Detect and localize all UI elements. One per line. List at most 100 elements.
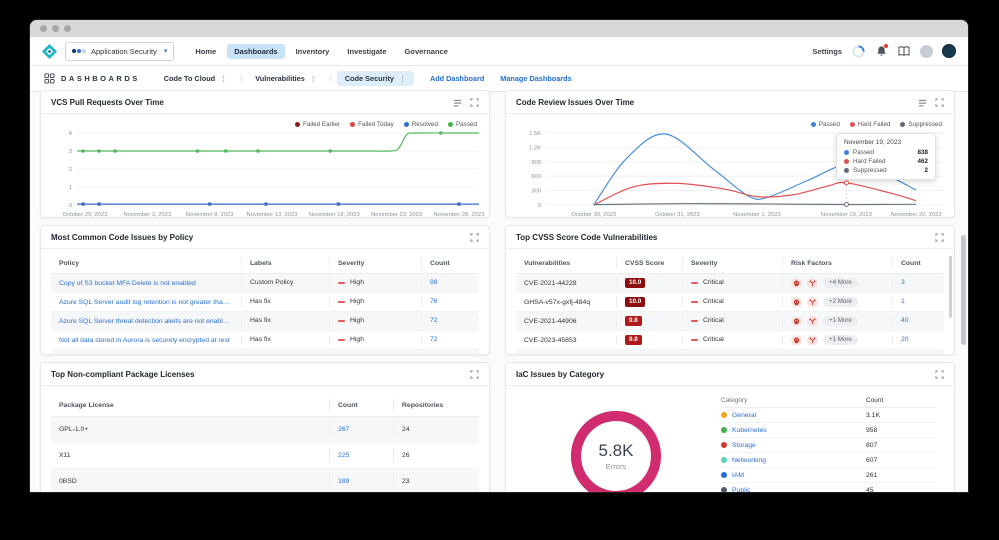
risk-more-pill[interactable]: +1 More <box>823 335 858 345</box>
tab-vulnerabilities[interactable]: Vulnerabilities⋮ <box>247 71 325 86</box>
risk-more-pill[interactable]: +2 More <box>823 297 858 307</box>
risk-skull-icon[interactable] <box>791 335 802 346</box>
category-link[interactable]: IAM <box>732 472 744 479</box>
risk-more-pill[interactable]: +1 More <box>823 354 858 355</box>
count-link[interactable]: 189 <box>338 478 349 485</box>
category-link[interactable]: Networking <box>732 457 766 464</box>
count-link[interactable]: 98 <box>430 279 438 286</box>
count-link[interactable]: 20 <box>901 336 909 343</box>
settings-link[interactable]: Settings <box>812 47 842 56</box>
legend-toggle-icon[interactable] <box>918 98 927 107</box>
table-row[interactable]: CVE-2021-449069.8Critical+1 More40 <box>516 312 944 331</box>
count-link[interactable]: 225 <box>338 452 349 459</box>
window-maximize-button[interactable] <box>64 25 71 32</box>
nav-item-home[interactable]: Home <box>188 44 223 59</box>
risk-attack-vector-icon[interactable] <box>807 316 818 327</box>
expand-icon[interactable] <box>470 233 479 242</box>
policy-link[interactable]: Copy of S3 bucket MFA Delete is not enab… <box>59 280 196 287</box>
risk-attack-vector-icon[interactable] <box>807 297 818 308</box>
category-link[interactable]: Public <box>732 487 751 493</box>
usage-ring-icon[interactable] <box>851 44 865 58</box>
nav-item-dashboards[interactable]: Dashboards <box>227 44 284 59</box>
tab-code-to-cloud[interactable]: Code To Cloud⋮ <box>156 71 235 86</box>
count-link[interactable]: 267 <box>338 426 349 433</box>
count-link[interactable]: 1 <box>901 298 905 305</box>
iac-legend-header: CategoryCount <box>721 395 936 408</box>
expand-icon[interactable] <box>935 233 944 242</box>
tab-kebab-menu-icon[interactable]: ⋮ <box>399 75 406 83</box>
table-row[interactable]: X1122526 <box>51 443 479 469</box>
window-minimize-button[interactable] <box>52 25 59 32</box>
tab-code-security[interactable]: Code Security⋮ <box>337 71 414 86</box>
count-link[interactable]: 40 <box>901 317 909 324</box>
count-link[interactable]: 72 <box>430 317 438 324</box>
iac-legend-row[interactable]: General3.1K <box>721 408 936 423</box>
risk-skull-icon[interactable] <box>791 316 802 327</box>
table-row[interactable]: CVE-2023-458539.8Critical+1 More20 <box>516 331 944 350</box>
risk-factors-cell: +2 More <box>782 297 892 308</box>
add-dashboard-link[interactable]: Add Dashboard <box>430 74 484 83</box>
iac-legend-row[interactable]: Kubernetes958 <box>721 423 936 438</box>
tab-kebab-menu-icon[interactable]: ⋮ <box>310 75 317 83</box>
count-link[interactable]: 3 <box>901 279 905 286</box>
category-link[interactable]: General <box>732 412 756 419</box>
table-row[interactable]: SSH key pairs are not rotated every 90 d… <box>51 350 479 355</box>
iac-legend-row[interactable]: IAM261 <box>721 468 936 483</box>
table-row[interactable]: CVE-2022-429209.8Critical+1 More2 <box>516 350 944 355</box>
window-close-button[interactable] <box>40 25 47 32</box>
window-scrollbar-thumb[interactable] <box>961 235 966 345</box>
category-count: 807 <box>866 442 936 449</box>
category-link[interactable]: Kubernetes <box>732 427 767 434</box>
manage-dashboards-link[interactable]: Manage Dashboards <box>500 74 571 83</box>
risk-attack-vector-icon[interactable] <box>807 278 818 289</box>
policy-link[interactable]: Azure SQL Server audit log retention is … <box>59 299 233 306</box>
risk-more-pill[interactable]: +4 More <box>823 278 858 288</box>
risk-skull-icon[interactable] <box>791 354 802 355</box>
nav-item-investigate[interactable]: Investigate <box>340 44 393 59</box>
donut-segment-compute[interactable] <box>574 414 657 492</box>
risk-attack-vector-icon[interactable] <box>807 354 818 355</box>
table-row[interactable]: Not all data stored in Aurora is securel… <box>51 331 479 350</box>
table-row[interactable]: Copy of S3 bucket MFA Delete is not enab… <box>51 274 479 293</box>
table-header-row: PolicyLabelsSeverityCount <box>51 254 479 274</box>
panel-code-issues-by-policy: Most Common Code Issues by Policy Policy… <box>40 225 490 355</box>
expand-icon[interactable] <box>470 370 479 379</box>
expand-icon[interactable] <box>935 98 944 107</box>
tab-kebab-menu-icon[interactable]: ⋮ <box>220 75 227 83</box>
docs-book-icon[interactable] <box>897 44 911 58</box>
table-row[interactable]: GPL-1.0+26724 <box>51 417 479 443</box>
category-link[interactable]: Storage <box>732 442 756 449</box>
product-selector-dropdown[interactable]: Application Security ▾ <box>65 42 174 61</box>
severity-label: Critical <box>703 298 724 305</box>
table-row[interactable]: 0BSD18923 <box>51 469 479 492</box>
apps-icon[interactable] <box>920 45 933 58</box>
iac-legend-row[interactable]: Networking607 <box>721 453 936 468</box>
count-link[interactable]: 72 <box>430 336 438 343</box>
table-row[interactable]: GHSA-v57x-gxfj-484q10.0Critical+2 More1 <box>516 293 944 312</box>
iac-donut-chart[interactable]: 5.8K Errors <box>561 401 671 492</box>
risk-attack-vector-icon[interactable] <box>807 335 818 346</box>
risk-skull-icon[interactable] <box>791 278 802 289</box>
user-avatar[interactable] <box>942 44 956 58</box>
policy-link[interactable]: Azure SQL Server threat detection alerts… <box>59 318 233 325</box>
expand-icon[interactable] <box>470 98 479 107</box>
risk-skull-icon[interactable] <box>791 297 802 308</box>
table-row[interactable]: Azure SQL Server audit log retention is … <box>51 293 479 312</box>
table-row[interactable]: Azure SQL Server threat detection alerts… <box>51 312 479 331</box>
nav-item-inventory[interactable]: Inventory <box>289 44 337 59</box>
labels-cell: Has fix <box>241 316 329 327</box>
tooltip-row: Passed838 <box>844 149 928 156</box>
risk-more-pill[interactable]: +1 More <box>823 316 858 326</box>
expand-icon[interactable] <box>935 370 944 379</box>
count-cell: 68 <box>421 354 479 355</box>
vcs-line-chart[interactable]: 43210October 29, 2023November 3, 2023Nov… <box>43 127 489 218</box>
iac-legend-row[interactable]: Storage 807 <box>721 438 936 453</box>
table-row[interactable]: CVE-2021-4422810.0Critical+4 More3 <box>516 274 944 293</box>
legend-toggle-icon[interactable] <box>453 98 462 107</box>
nav-item-governance[interactable]: Governance <box>398 44 455 59</box>
count-link[interactable]: 76 <box>430 298 438 305</box>
policy-link[interactable]: Not all data stored in Aurora is securel… <box>59 337 230 344</box>
panel-scrollbar[interactable] <box>949 256 952 318</box>
notifications-bell-icon[interactable] <box>874 44 888 58</box>
iac-legend-row[interactable]: Public45 <box>721 483 936 492</box>
